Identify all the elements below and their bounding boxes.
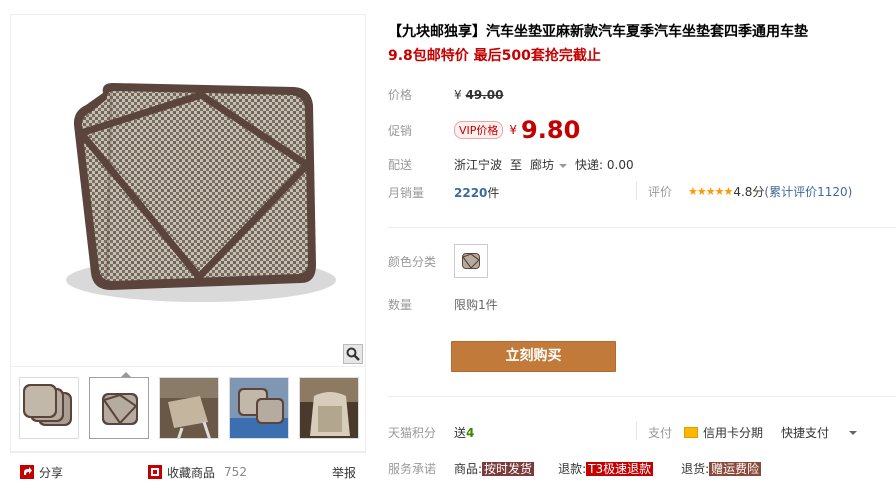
credit-card-icon bbox=[684, 427, 699, 438]
sales-unit: 件 bbox=[487, 186, 500, 200]
favorite-count: 752 bbox=[224, 465, 247, 479]
thumbnail-2[interactable] bbox=[89, 377, 149, 439]
quick-pay-option[interactable]: 快捷支付 bbox=[781, 424, 829, 441]
service-item-return[interactable]: 退货: 赠运费险 bbox=[681, 460, 762, 477]
service-prefix: 退货: bbox=[681, 462, 710, 476]
cushion-image bbox=[66, 83, 336, 302]
swatch-image bbox=[462, 253, 480, 269]
product-title: 【九块邮独享】汽车坐垫亚麻新款汽车夏季汽车坐垫套四季通用车垫 bbox=[388, 24, 808, 40]
thumbnail-strip bbox=[10, 366, 366, 452]
pay-card-label: 信用卡分期 bbox=[703, 426, 764, 440]
thumbnail-5[interactable] bbox=[299, 377, 359, 439]
quantity-limit: 限购1件 bbox=[454, 298, 498, 312]
sales-row: 月销量 2220 件 bbox=[388, 184, 499, 201]
promo-currency: ¥ bbox=[509, 123, 518, 137]
favorite-label: 收藏商品 bbox=[167, 465, 216, 480]
payment-row: 支付 信用卡分期 快捷支付 bbox=[648, 424, 858, 441]
price-currency: ¥ bbox=[454, 87, 462, 102]
share-label: 分享 bbox=[39, 465, 64, 480]
promo-price: 9.80 bbox=[521, 116, 581, 144]
thumbnail-image bbox=[230, 378, 288, 438]
product-subtitle: 9.8包邮特价 最后500套抢完截止 bbox=[388, 48, 601, 64]
gallery-footer: 分享 收藏商品 752 举报 bbox=[10, 452, 366, 491]
delivery-row: 配送 浙江宁波 至 廊坊 快递: 0.00 bbox=[388, 156, 634, 173]
buy-now-button[interactable]: 立刻购买 bbox=[451, 341, 616, 372]
thumbnail-3[interactable] bbox=[159, 377, 219, 439]
service-item-refund[interactable]: 退款: T3极速退款 bbox=[558, 460, 654, 477]
service-tag: T3极速退款 bbox=[586, 462, 654, 476]
pay-label: 支付 bbox=[648, 426, 673, 440]
rating-count-link[interactable]: (累计评价1120) bbox=[764, 183, 852, 200]
product-gallery: 分享 收藏商品 752 举报 bbox=[10, 0, 368, 491]
color-row: 颜色分类 bbox=[388, 244, 488, 278]
color-option-swatch[interactable] bbox=[454, 244, 488, 278]
quantity-row: 数量 限购1件 bbox=[388, 296, 498, 313]
section-divider bbox=[388, 396, 896, 397]
price-row: 价格 ¥ 49.00 bbox=[388, 86, 503, 103]
price-label: 价格 bbox=[388, 88, 413, 102]
points-value: 4 bbox=[466, 425, 475, 440]
thumbnail-1[interactable] bbox=[19, 377, 79, 439]
thumbnail-4[interactable] bbox=[229, 377, 289, 439]
delivery-destination-select[interactable]: 廊坊 bbox=[530, 156, 575, 173]
thumbnail-image bbox=[20, 378, 78, 438]
section-divider bbox=[388, 227, 896, 228]
sales-label: 月销量 bbox=[388, 186, 425, 200]
service-prefix: 商品: bbox=[454, 462, 483, 476]
service-item-shipping[interactable]: 商品: 按时发货 bbox=[454, 460, 535, 477]
magnifier-icon bbox=[346, 347, 360, 361]
points-label: 天猫积分 bbox=[388, 426, 437, 440]
favorite-button[interactable]: 收藏商品 752 bbox=[148, 464, 247, 481]
express-fee: 快递: 0.00 bbox=[575, 158, 634, 172]
chevron-down-icon bbox=[559, 163, 568, 168]
service-row: 服务承诺 商品: 按时发货 退款: T3极速退款 退货: 赠运费险 bbox=[388, 460, 762, 477]
credit-installment-option[interactable]: 信用卡分期 bbox=[684, 424, 763, 441]
report-link[interactable]: 举报 bbox=[332, 464, 356, 481]
service-tag: 按时发货 bbox=[482, 462, 535, 476]
delivery-to-label: 至 bbox=[510, 158, 523, 172]
service-label: 服务承诺 bbox=[388, 462, 437, 476]
delivery-to: 廊坊 bbox=[530, 158, 555, 172]
product-detail: 【九块邮独享】汽车坐垫亚麻新款汽车夏季汽车坐垫套四季通用车垫 9.8包邮特价 最… bbox=[388, 0, 896, 491]
report-label: 举报 bbox=[331, 465, 356, 480]
delivery-from: 浙江宁波 bbox=[454, 158, 503, 172]
share-button[interactable]: 分享 bbox=[20, 464, 63, 481]
points-text: 送 bbox=[454, 426, 467, 440]
color-label: 颜色分类 bbox=[388, 254, 437, 269]
divider bbox=[636, 182, 637, 200]
original-price: ¥ 49.00 bbox=[454, 88, 503, 102]
thumbnail-image bbox=[90, 378, 148, 438]
promo-label: 促销 bbox=[388, 123, 413, 138]
chevron-down-icon[interactable] bbox=[849, 430, 858, 435]
favorite-icon bbox=[148, 465, 163, 479]
rating-score: 4.8分 bbox=[733, 185, 765, 199]
service-prefix: 退款: bbox=[558, 462, 587, 476]
rating-stars: ★★★★★ bbox=[688, 185, 733, 198]
rating-block: 评价 ★★★★★ 4.8分 (累计评价1120) bbox=[648, 183, 852, 200]
delivery-label: 配送 bbox=[388, 158, 413, 172]
share-icon bbox=[20, 465, 34, 479]
divider bbox=[636, 422, 637, 440]
quantity-label: 数量 bbox=[388, 298, 413, 312]
points-row: 天猫积分 送 4 bbox=[388, 424, 474, 441]
promo-row: 促销 VIP价格 ¥ 9.80 bbox=[388, 116, 580, 144]
service-tag: 赠运费险 bbox=[709, 462, 762, 476]
price-value: 49.00 bbox=[465, 87, 504, 102]
main-product-image[interactable] bbox=[10, 14, 366, 366]
thumbnail-image bbox=[160, 378, 218, 438]
rating-label: 评价 bbox=[648, 185, 673, 199]
thumbnail-image bbox=[300, 378, 358, 438]
zoom-button[interactable] bbox=[343, 344, 363, 364]
sales-count: 2220 bbox=[454, 185, 488, 200]
vip-price-badge: VIP价格 bbox=[454, 121, 504, 139]
